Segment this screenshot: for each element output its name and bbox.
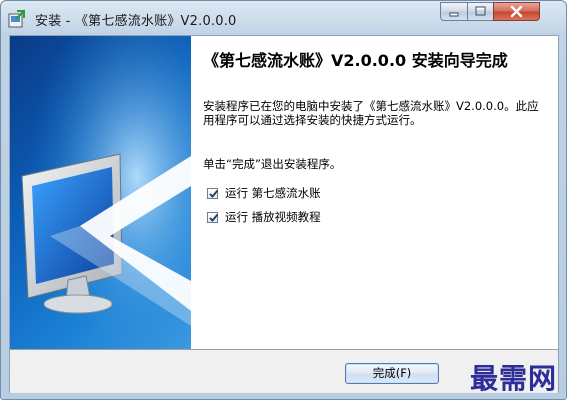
wizard-side-image bbox=[10, 36, 191, 349]
monitor-illustration bbox=[10, 36, 191, 349]
run-app-label: 运行 第七感流水账 bbox=[225, 186, 321, 200]
run-app-checkbox[interactable]: 运行 第七感流水账 bbox=[207, 185, 321, 201]
run-tutorial-checkbox[interactable]: 运行 播放视频教程 bbox=[207, 209, 321, 225]
maximize-icon bbox=[475, 6, 486, 16]
checkbox-box[interactable] bbox=[207, 187, 219, 199]
checkmark-icon bbox=[209, 213, 219, 222]
title-bar[interactable]: 安装 - 《第七感流水账》V2.0.0.0 bbox=[1, 1, 566, 35]
close-button[interactable] bbox=[493, 2, 540, 21]
installer-window: 安装 - 《第七感流水账》V2.0.0.0 《第七感流水账》V2.0.0.0 安… bbox=[0, 0, 567, 400]
watermark-logo: 最需网 bbox=[470, 362, 558, 395]
installer-app-icon bbox=[8, 10, 25, 28]
wizard-content: 《第七感流水账》V2.0.0.0 安装向导完成 安装程序已在您的电脑中安装了《第… bbox=[191, 36, 558, 349]
minimize-button[interactable] bbox=[440, 2, 468, 21]
finish-button[interactable]: 完成(F) bbox=[345, 363, 439, 384]
run-tutorial-label: 运行 播放视频教程 bbox=[225, 210, 321, 224]
maximize-button[interactable] bbox=[467, 2, 494, 21]
close-icon bbox=[510, 5, 523, 18]
checkbox-box[interactable] bbox=[207, 211, 219, 223]
window-title: 安装 - 《第七感流水账》V2.0.0.0 bbox=[35, 14, 237, 29]
checkmark-icon bbox=[209, 189, 219, 198]
finish-instruction: 单击“完成”退出安装程序。 bbox=[203, 157, 342, 171]
finish-heading: 《第七感流水账》V2.0.0.0 安装向导完成 bbox=[203, 51, 508, 70]
wizard-client-area: 《第七感流水账》V2.0.0.0 安装向导完成 安装程序已在您的电脑中安装了《第… bbox=[9, 35, 559, 393]
finish-description: 安装程序已在您的电脑中安装了《第七感流水账》V2.0.0.0。此应用程序可以通过… bbox=[203, 99, 539, 127]
minimize-icon bbox=[449, 12, 459, 17]
